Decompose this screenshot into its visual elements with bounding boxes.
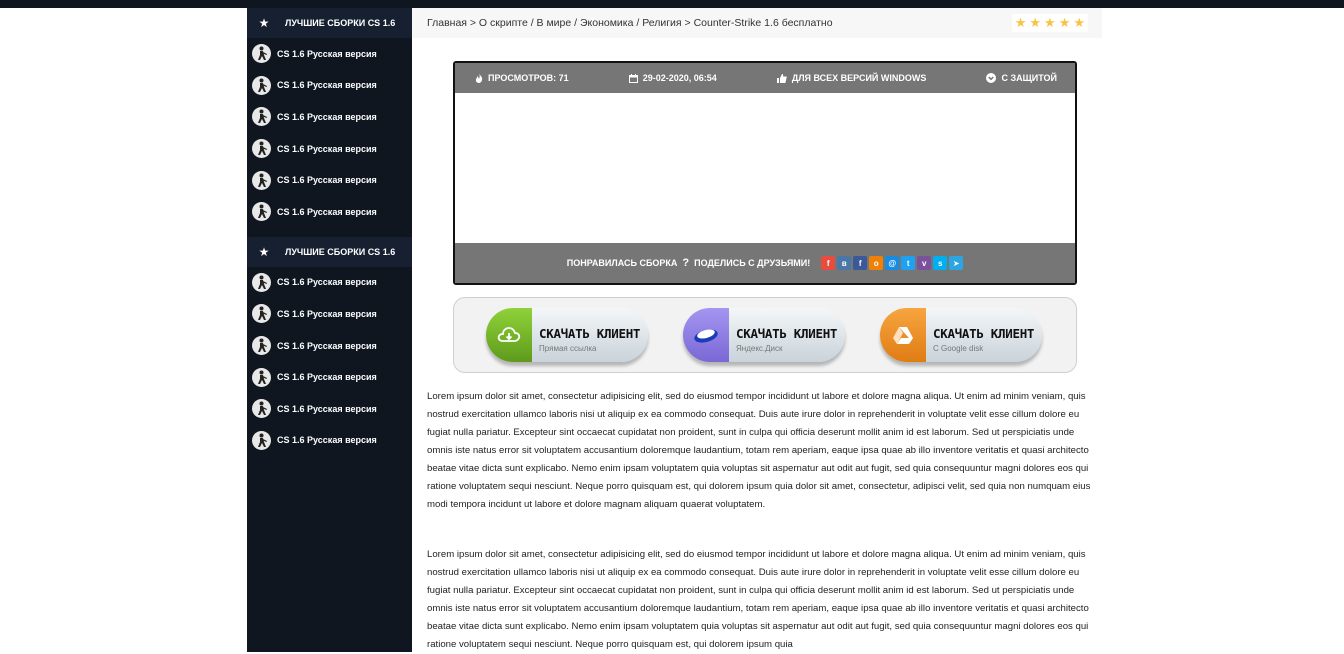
sidebar-item[interactable]: CS 1.6 Русская версия <box>247 196 412 228</box>
sidebar-item-label: CS 1.6 Русская версия <box>277 340 377 351</box>
download-subtitle: Яндекс.Диск <box>736 344 783 353</box>
download-title: СКАЧАТЬ КЛИЕНТ <box>539 326 641 341</box>
sidebar-item[interactable]: CS 1.6 Русская версия <box>247 298 412 330</box>
share-bar: ПОНРАВИЛАСЬ СБОРКА ? ПОДЕЛИСЬ С ДРУЗЬЯМИ… <box>455 243 1075 283</box>
google-drive-icon <box>880 308 926 362</box>
sidebar-item-label: CS 1.6 Русская версия <box>277 48 377 59</box>
protection-meta: С ЗАЩИТОЙ <box>986 73 1057 83</box>
facebook-icon[interactable]: f <box>853 256 868 270</box>
sidebar-item[interactable]: CS 1.6 Русская версия <box>247 425 412 457</box>
protection-text: С ЗАЩИТОЙ <box>1001 73 1057 83</box>
sidebar-item[interactable]: CS 1.6 Русская версия <box>247 70 412 102</box>
telegram-icon[interactable]: ➤ <box>949 256 964 270</box>
sidebar-section-header: ★ ЛУЧШИЕ СБОРКИ CS 1.6 <box>247 8 412 38</box>
cs-soldier-icon <box>252 367 271 387</box>
cs-soldier-icon <box>252 202 271 222</box>
rating-stars[interactable]: ★ ★ ★ ★ ★ <box>1011 14 1088 32</box>
chevron-circle-icon <box>986 73 997 83</box>
social-buttons: f в f о @ t v s ➤ <box>821 256 964 270</box>
cs-soldier-icon <box>252 272 271 292</box>
sidebar-item[interactable]: CS 1.6 Русская версия <box>247 393 412 425</box>
thumbs-up-icon <box>776 73 787 83</box>
cs-soldier-icon <box>252 139 271 159</box>
sidebar: ★ ЛУЧШИЕ СБОРКИ CS 1.6 CS 1.6 Русская ве… <box>247 8 412 652</box>
breadcrumb[interactable]: Главная > О скрипте / В мире / Экономика… <box>427 17 833 29</box>
cs-soldier-icon <box>252 107 271 127</box>
sidebar-item-label: CS 1.6 Русская версия <box>277 80 377 91</box>
star-icon[interactable]: ★ <box>1059 16 1071 30</box>
compat-text: ДЛЯ ВСЕХ ВЕРСИЙ WINDOWS <box>791 73 927 83</box>
sidebar-item-label: CS 1.6 Русская версия <box>277 308 377 319</box>
skype-icon[interactable]: s <box>933 256 948 270</box>
download-panel: СКАЧАТЬ КЛИЕНТ Прямая ссылка СКАЧАТЬ КЛИ… <box>453 297 1077 373</box>
calendar-icon <box>628 73 638 83</box>
download-yandex-button[interactable]: СКАЧАТЬ КЛИЕНТ Яндекс.Диск <box>683 308 845 362</box>
cloud-download-icon <box>486 308 532 362</box>
cs-soldier-icon <box>252 75 271 95</box>
date-meta: 29-02-2020, 06:54 <box>628 73 717 83</box>
breadcrumb-bar: Главная > О скрипте / В мире / Экономика… <box>412 8 1102 38</box>
sidebar-item-label: CS 1.6 Русская версия <box>277 143 377 154</box>
star-icon[interactable]: ★ <box>1073 16 1085 30</box>
player-meta-bar: ПРОСМОТРОВ: 71 29-02-2020, 06:54 ДЛЯ ВСЕ… <box>455 63 1075 93</box>
sidebar-section-title: ЛУЧШИЕ СБОРКИ CS 1.6 <box>285 246 396 257</box>
sidebar-item-label: CS 1.6 Русская версия <box>277 435 377 446</box>
article-paragraph: Lorem ipsum dolor sit amet, consectetur … <box>427 391 1091 510</box>
cs-soldier-icon <box>252 399 271 419</box>
views-meta: ПРОСМОТРОВ: 71 <box>475 73 569 83</box>
sidebar-item[interactable]: CS 1.6 Русская версия <box>247 38 412 70</box>
article-paragraph: Lorem ipsum dolor sit amet, consectetur … <box>427 549 1089 650</box>
star-icon: ★ <box>258 244 270 259</box>
star-icon[interactable]: ★ <box>1044 16 1056 30</box>
sidebar-item[interactable]: CS 1.6 Русская версия <box>247 330 412 362</box>
moimir-icon[interactable]: @ <box>885 256 900 270</box>
download-subtitle: С Google disk <box>933 344 984 353</box>
cs-soldier-icon <box>252 304 271 324</box>
compat-meta: ДЛЯ ВСЕХ ВЕРСИЙ WINDOWS <box>776 73 927 83</box>
fire-icon <box>475 73 483 83</box>
download-title: СКАЧАТЬ КЛИЕНТ <box>933 326 1035 341</box>
star-icon[interactable]: ★ <box>1015 16 1027 30</box>
viber-icon[interactable]: v <box>917 256 932 270</box>
cs-soldier-icon <box>252 430 271 450</box>
star-icon: ★ <box>258 16 270 30</box>
video-player[interactable]: ПРОСМОТРОВ: 71 29-02-2020, 06:54 ДЛЯ ВСЕ… <box>453 61 1077 285</box>
sidebar-item[interactable]: CS 1.6 Русская версия <box>247 267 412 299</box>
odnoklassniki-icon[interactable]: о <box>869 256 884 270</box>
sidebar-item-label: CS 1.6 Русская версия <box>277 111 377 122</box>
sidebar-item-label: CS 1.6 Русская версия <box>277 175 377 186</box>
sidebar-item-label: CS 1.6 Русская версия <box>277 206 377 217</box>
sidebar-item[interactable]: CS 1.6 Русская версия <box>247 361 412 393</box>
views-text: ПРОСМОТРОВ: 71 <box>488 73 569 83</box>
sidebar-section-header: ★ ЛУЧШИЕ СБОРКИ CS 1.6 <box>247 236 412 267</box>
question-icon: ? <box>682 257 690 269</box>
twitter-icon[interactable]: t <box>901 256 916 270</box>
sidebar-item[interactable]: CS 1.6 Русская версия <box>247 133 412 165</box>
top-bar <box>0 0 1344 8</box>
cs-soldier-icon <box>252 170 271 190</box>
sidebar-section-title: ЛУЧШИЕ СБОРКИ CS 1.6 <box>285 18 396 28</box>
vk-icon[interactable]: в <box>837 256 852 270</box>
download-subtitle: Прямая ссылка <box>539 344 597 353</box>
download-google-button[interactable]: СКАЧАТЬ КЛИЕНТ С Google disk <box>880 308 1042 362</box>
cs-soldier-icon <box>252 44 271 64</box>
download-title: СКАЧАТЬ КЛИЕНТ <box>736 326 838 341</box>
flipboard-icon[interactable]: f <box>821 256 836 270</box>
date-text: 29-02-2020, 06:54 <box>642 73 717 83</box>
sidebar-item[interactable]: CS 1.6 Русская версия <box>247 164 412 196</box>
cs-soldier-icon <box>252 336 271 356</box>
player-viewport[interactable] <box>455 93 1075 243</box>
sidebar-item-label: CS 1.6 Русская версия <box>277 403 377 414</box>
sidebar-item-label: CS 1.6 Русская версия <box>277 372 377 383</box>
yandex-disk-icon <box>683 308 729 362</box>
share-label: ПОНРАВИЛАСЬ СБОРКА <box>566 258 678 268</box>
sidebar-item-label: CS 1.6 Русская версия <box>277 277 377 288</box>
sidebar-item[interactable]: CS 1.6 Русская версия <box>247 101 412 133</box>
share-label-2: ПОДЕЛИСЬ С ДРУЗЬЯМИ! <box>694 258 811 268</box>
star-icon[interactable]: ★ <box>1029 16 1041 30</box>
main-content: Главная > О скрипте / В мире / Экономика… <box>412 8 1102 652</box>
download-direct-button[interactable]: СКАЧАТЬ КЛИЕНТ Прямая ссылка <box>486 308 648 362</box>
